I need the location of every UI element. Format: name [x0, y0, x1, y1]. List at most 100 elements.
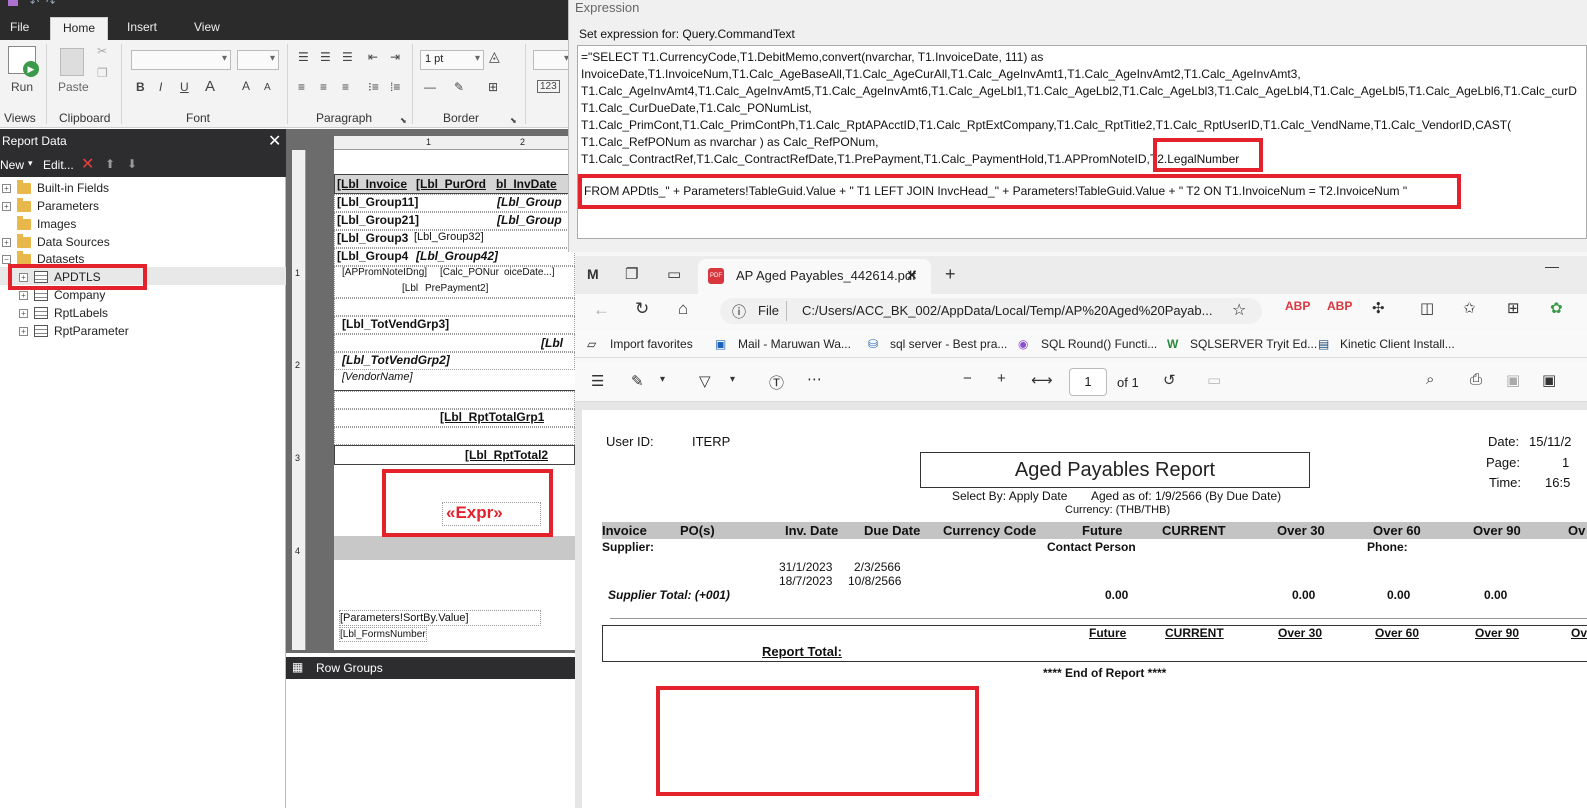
tree-item-builtin-fields[interactable]: + Built-in Fields	[2, 179, 109, 197]
tab-actions-icon[interactable]: ▭	[667, 265, 681, 283]
indent-icon[interactable]: ⇥	[390, 50, 400, 64]
tab-home[interactable]: Home	[50, 17, 109, 40]
save-icon[interactable]: ▣	[1506, 371, 1520, 389]
font-size-select[interactable]	[237, 50, 279, 70]
fav-sql-round[interactable]: SQL Round() Functi...	[1041, 337, 1157, 351]
refresh-icon[interactable]: ↻	[635, 299, 649, 319]
chevron-down-icon[interactable]: ▾	[660, 374, 665, 385]
favorites-icon[interactable]: ✩	[1463, 299, 1476, 317]
expand-icon[interactable]: +	[19, 308, 28, 318]
tree-item-data-sources[interactable]: + Data Sources	[2, 233, 110, 251]
report-canvas[interactable]: [Lbl_Invoice [Lbl_PurOrd bl_InvDate [Lbl…	[334, 150, 575, 650]
browser-tab-active[interactable]: PDF AP Aged Payables_442614.pdf ✕	[698, 259, 931, 294]
fav-kinetic[interactable]: Kinetic Client Install...	[1340, 337, 1455, 351]
font-color-icon[interactable]: A	[205, 78, 215, 95]
expand-icon[interactable]: +	[2, 183, 11, 193]
delete-icon[interactable]: ✕	[81, 154, 94, 174]
lbl-group4-cell[interactable]: [Lbl_Group4	[337, 249, 415, 263]
lbl-purord-cell[interactable]: [Lbl_PurOrd	[416, 177, 496, 191]
copy-icon[interactable]: ❐	[97, 66, 108, 80]
paste-icon[interactable]	[60, 48, 84, 76]
chevron-down-icon[interactable]: ▾	[730, 374, 735, 385]
expression-editor[interactable]: ="SELECT T1.CurrencyCode,T1.DebitMemo,co…	[577, 45, 1587, 239]
print-icon[interactable]: ⎙	[1470, 371, 1482, 388]
lbl-rpttotalgrp1-cell[interactable]: [Lbl_RptTotalGrp1	[440, 410, 544, 424]
redo-icon[interactable]: ↷	[46, 0, 55, 9]
tab-file[interactable]: File	[10, 20, 29, 34]
sortby-cell[interactable]: [Parameters!SortBy.Value]	[340, 612, 469, 624]
text-icon[interactable]: Ⓣ	[769, 372, 784, 393]
paste-button[interactable]: Paste	[58, 80, 89, 94]
address-bar[interactable]: ⓘ File C:/Users/ACC_BK_002/AppData/Local…	[720, 298, 1262, 324]
close-icon[interactable]: ✕	[268, 131, 281, 151]
close-tab-icon[interactable]: ✕	[906, 267, 918, 284]
font-family-select[interactable]	[131, 50, 231, 70]
info-icon[interactable]: ⓘ	[732, 302, 746, 322]
adblock-icon[interactable]: ABP	[1285, 299, 1310, 313]
underline-icon[interactable]: U	[180, 80, 189, 94]
url-text[interactable]: C:/Users/ACC_BK_002/AppData/Local/Temp/A…	[802, 303, 1212, 318]
align-center-icon[interactable]: ≡	[320, 80, 327, 94]
expand-icon[interactable]: +	[19, 326, 28, 336]
border-width-select[interactable]: 1 pt	[420, 50, 484, 70]
placeholder-icon[interactable]: 123	[537, 80, 560, 93]
lbl-group3-cell[interactable]: [Lbl_Group3	[337, 231, 415, 245]
lbl-group32-cell[interactable]: [Lbl_Group32]	[414, 231, 484, 243]
collections-icon[interactable]: ⊞	[1507, 299, 1520, 317]
lbl-invdate-cell[interactable]: bl_InvDate	[496, 177, 575, 191]
lbl-cell[interactable]: [Lbl	[402, 283, 418, 294]
tree-item-parameters[interactable]: + Parameters	[2, 197, 99, 215]
copilot-icon[interactable]: ✿	[1550, 299, 1563, 317]
grow-font-icon[interactable]: A	[242, 79, 250, 93]
borders-icon[interactable]: ⊞	[488, 80, 498, 94]
lbl-group2-cell[interactable]: [Lbl_Group	[497, 213, 562, 227]
fit-width-icon[interactable]: ⟷	[1031, 371, 1053, 389]
lbl-rpttotal2-cell[interactable]: [Lbl_RptTotal2	[465, 448, 548, 462]
lbl-totvendgrp3-cell[interactable]: [Lbl_TotVendGrp3]	[342, 317, 449, 331]
border-style-icon[interactable]: —	[424, 80, 436, 94]
border-launcher-icon[interactable]: ⬊	[510, 116, 517, 125]
align-top-icon[interactable]: ☰	[298, 50, 309, 64]
new-tab-icon[interactable]: +	[945, 264, 956, 285]
edit-button[interactable]: Edit...	[43, 158, 74, 172]
expand-icon[interactable]: +	[2, 237, 11, 247]
shrink-font-icon[interactable]: A	[264, 82, 271, 93]
fav-mail[interactable]: Mail - Maruwan Wa...	[738, 337, 851, 351]
italic-icon[interactable]: I	[159, 80, 162, 94]
more-icon[interactable]: ⋯	[807, 370, 822, 388]
tab-insert[interactable]: Insert	[127, 20, 157, 34]
numbering-icon[interactable]: ⁞≡	[390, 80, 400, 94]
border-color-icon[interactable]: ✎	[454, 80, 464, 94]
zoom-in-icon[interactable]: +	[997, 370, 1006, 387]
contents-icon[interactable]: ☰	[591, 372, 604, 390]
prepayment-cell[interactable]: PrePayment2]	[425, 283, 488, 294]
blank-row[interactable]	[334, 427, 575, 445]
subtotal-row[interactable]	[334, 334, 575, 352]
rotate-icon[interactable]: ↺	[1163, 371, 1176, 389]
new-button[interactable]: New	[0, 158, 24, 172]
lbl-invoice-cell[interactable]: [Lbl_Invoice	[337, 177, 415, 191]
collapse-icon[interactable]: −	[2, 254, 11, 264]
move-up-icon[interactable]: ⬆	[105, 157, 115, 171]
spacer-row[interactable]	[334, 298, 575, 316]
undo-icon[interactable]: ↶	[30, 0, 39, 9]
lbl-group1-cell[interactable]: [Lbl_Group	[497, 195, 562, 209]
split-screen-icon[interactable]: ◫	[1420, 299, 1434, 317]
back-icon[interactable]: ←	[593, 300, 610, 320]
workspaces-icon[interactable]: ❐	[625, 265, 638, 283]
search-icon[interactable]: ⌕	[1426, 371, 1434, 388]
bullets-icon[interactable]: ⁝≡	[368, 80, 379, 94]
run-icon[interactable]: ▶	[8, 46, 39, 77]
forms-number-cell[interactable]: [Lbl_FormsNumber	[340, 629, 426, 640]
profile-icon[interactable]: M	[587, 266, 599, 282]
tab-view[interactable]: View	[194, 20, 220, 34]
outdent-icon[interactable]: ⇤	[368, 50, 378, 64]
paragraph-launcher-icon[interactable]: ⬊	[400, 116, 407, 125]
apromnote-cell[interactable]: [APPromNoteIDng]	[342, 267, 438, 278]
lbl-totvendgrp2-cell[interactable]: [Lbl_TotVendGrp2]	[342, 353, 450, 367]
cut-icon[interactable]: ✂	[97, 44, 107, 58]
vendor-name-cell[interactable]: [VendorName]	[342, 371, 413, 383]
lbl-group11-cell[interactable]: [Lbl_Group11]	[337, 195, 418, 209]
fav-sql-server[interactable]: sql server - Best pra...	[890, 337, 1007, 351]
align-left-icon[interactable]: ≡	[298, 80, 305, 94]
